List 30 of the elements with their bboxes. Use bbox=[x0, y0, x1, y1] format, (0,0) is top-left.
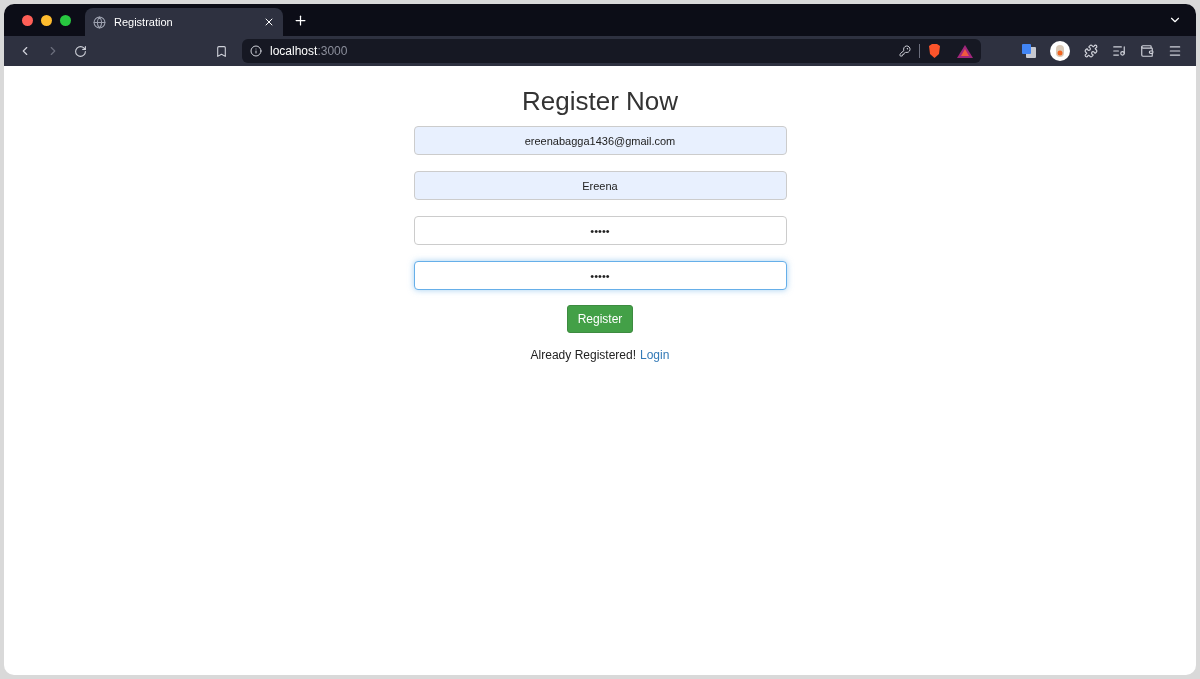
translate-icon[interactable] bbox=[1022, 44, 1036, 58]
page-heading: Register Now bbox=[521, 85, 679, 118]
wallet-icon[interactable] bbox=[1140, 44, 1154, 58]
bookmark-icon[interactable] bbox=[215, 44, 228, 58]
zoom-window-icon[interactable] bbox=[60, 14, 71, 26]
triangle-icon[interactable] bbox=[957, 44, 973, 58]
puzzle-icon[interactable] bbox=[1084, 44, 1098, 58]
extension-badge-icon[interactable] bbox=[1050, 41, 1070, 61]
already-registered-text: Already Registered! bbox=[530, 347, 636, 364]
reload-icon[interactable] bbox=[74, 44, 87, 58]
globe-icon bbox=[93, 15, 106, 29]
browser-tab[interactable]: Registration bbox=[85, 8, 283, 36]
minimize-window-icon[interactable] bbox=[41, 14, 52, 26]
address-bar[interactable]: localhost:3000 bbox=[242, 39, 981, 63]
lion-shield-icon[interactable] bbox=[928, 44, 941, 58]
input-field[interactable]: ••••• bbox=[413, 216, 787, 245]
close-window-icon[interactable] bbox=[22, 14, 33, 26]
input-field[interactable]: Ereena bbox=[413, 171, 787, 200]
input-field[interactable]: ••••• bbox=[413, 261, 787, 290]
info-icon bbox=[250, 45, 262, 57]
url-port: :3000 bbox=[317, 44, 348, 58]
new-tab-icon[interactable] bbox=[293, 12, 308, 28]
key-icon[interactable] bbox=[899, 45, 911, 57]
playlist-icon[interactable] bbox=[1112, 44, 1126, 58]
login-link[interactable]: Login bbox=[640, 346, 670, 364]
url-host: localhost bbox=[270, 44, 318, 58]
close-tab-icon[interactable] bbox=[263, 16, 275, 28]
menu-icon[interactable] bbox=[1168, 44, 1182, 58]
tab-title: Registration bbox=[114, 14, 174, 30]
input-field[interactable]: ereenabagga1436@gmail.com bbox=[413, 126, 787, 155]
